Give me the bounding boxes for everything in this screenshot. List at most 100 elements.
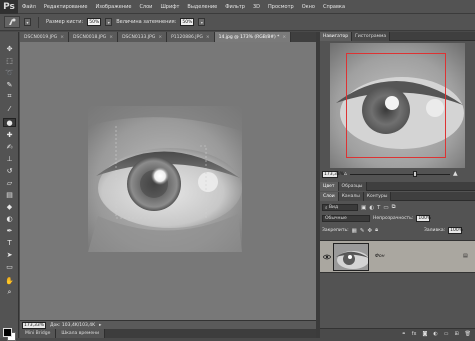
crop-tool-icon[interactable]: ⌗ [3,92,16,101]
shape-filter-icon[interactable]: ▭ [383,205,388,211]
exposure-input[interactable]: 50% [180,18,195,26]
kind-label: Вид [328,205,339,210]
hand-tool-icon[interactable]: ✋ [3,276,16,285]
foreground-color-swatch[interactable] [3,328,12,337]
layers-panel-tabs: Слои Каналы Контуры [320,192,475,201]
menu-image[interactable]: Изображение [91,4,135,10]
menu-help[interactable]: Справка [319,4,349,10]
tab-color[interactable]: Цвет [320,182,339,191]
navigator-zoom-slider[interactable] [350,174,450,175]
zoom-tool-icon[interactable]: ⌕ [3,288,16,297]
blend-mode-select[interactable]: Обычные [322,215,370,222]
pen-tool-icon[interactable]: ✒ [3,226,16,235]
navigator-preview[interactable] [330,43,465,168]
navigator-zoom-field[interactable]: 173,33% [322,171,344,178]
menu-layers[interactable]: Слои [135,4,156,10]
adjustment-layer-icon[interactable]: ◐ [433,331,437,337]
layer-style-icon[interactable]: fx [412,331,417,337]
document-image[interactable] [88,106,242,252]
new-layer-icon[interactable]: ⊞ [454,331,458,337]
close-icon[interactable]: × [109,35,113,40]
navigator-view-box[interactable] [346,53,446,158]
fill-input[interactable]: 100% [448,227,463,234]
tab-dscn0019[interactable]: DSCN0019.JPG × [20,32,70,42]
menu-3d[interactable]: 3D [249,4,264,10]
zoom-in-icon[interactable]: ▲ [453,170,458,177]
close-icon[interactable]: × [60,35,64,40]
healing-brush-tool-icon[interactable]: ✚ [3,130,16,139]
adjustment-filter-icon[interactable]: ◐ [369,205,374,211]
options-bar: ▾ Размер кисти: 50% ▾ Величина затемнени… [0,14,475,31]
visibility-eye-icon[interactable] [323,253,331,261]
brush-size-dropdown[interactable]: ▾ [105,18,113,26]
chevron-down-icon[interactable]: ▾ [24,18,31,26]
tab-timeline[interactable]: Шкала времени [56,329,106,338]
tab-paths[interactable]: Контуры [363,192,392,201]
shape-tool-icon[interactable]: ▭ [3,262,16,271]
move-tool-icon[interactable]: ✥ [3,44,16,53]
layer-mask-icon[interactable]: ◙ [422,331,427,337]
tab-navigator[interactable]: Навигатор [320,32,353,41]
gradient-tool-icon[interactable]: ▤ [3,190,16,199]
layer-name[interactable]: Фон [375,254,385,259]
dodge-burn-tool-icon[interactable]: ● [3,118,16,127]
navigator-zoom-slider-handle[interactable] [413,171,417,177]
tab-dscn0133[interactable]: DSCN0133.JPG × [118,32,168,42]
tab-histogram[interactable]: Гистограмма [352,32,391,41]
smart-object-filter-icon[interactable]: ⧉ [392,204,396,211]
tab-dscn0018[interactable]: DSCN0018.JPG × [69,32,119,42]
tab-channels[interactable]: Каналы [338,192,364,201]
menu-bar: Ps Файл Редактирование Изображение Слои … [0,0,475,14]
path-select-tool-icon[interactable]: ➤ [3,250,16,259]
marquee-tool-icon[interactable]: ⬚ [3,56,16,65]
chevron-right-icon[interactable]: ▸ [99,323,101,328]
link-layers-icon[interactable]: ⚭ [402,331,406,337]
lasso-tool-icon[interactable]: ➰ [3,68,16,77]
tab-label: P1120886.JPG [171,34,203,40]
eraser-tool-icon[interactable]: ▱ [3,178,16,187]
menu-edit[interactable]: Редактирование [40,4,92,10]
type-tool-icon[interactable]: T [3,238,16,247]
pixel-filter-icon[interactable]: ▣ [361,205,366,211]
new-group-icon[interactable]: ▭ [444,331,449,337]
dodge-tool-icon[interactable]: ◐ [3,214,16,223]
opacity-input[interactable]: 100% [416,215,431,222]
type-filter-icon[interactable]: T [377,205,380,211]
lock-all-icon[interactable]: 🔒︎ [375,227,378,234]
bottom-panel-tabs: Mini Bridge Шкала времени [20,329,316,338]
clone-stamp-tool-icon[interactable]: ⊥ [3,154,16,163]
menu-type[interactable]: Шрифт [156,4,183,10]
trash-icon[interactable]: 🗑︎ [465,331,471,337]
layer-row-background[interactable]: Фон ▤ [320,240,475,273]
history-brush-tool-icon[interactable]: ↺ [3,166,16,175]
menu-file[interactable]: Файл [18,4,40,10]
close-icon[interactable]: × [282,35,286,40]
menu-view[interactable]: Просмотр [264,4,298,10]
tab-mini-bridge[interactable]: Mini Bridge [20,329,57,338]
blur-tool-icon[interactable]: ◆ [3,202,16,211]
tab-14-jpg[interactable]: 14.jpg @ 173% (RGB/8#) * × [214,32,292,42]
menu-filter[interactable]: Фильтр [221,4,249,10]
tab-layers[interactable]: Слои [320,192,339,201]
lock-transparent-icon[interactable]: ▦ [352,228,357,234]
zoom-out-icon[interactable]: ▵ [344,170,347,177]
divider [38,16,39,28]
menu-select[interactable]: Выделение [183,4,221,10]
eyedropper-tool-icon[interactable]: ⁄ [3,104,16,113]
menu-window[interactable]: Окно [298,4,319,10]
zoom-level-field[interactable]: 173,33% [22,321,46,329]
quick-select-tool-icon[interactable]: ✎ [3,80,16,89]
close-icon[interactable]: × [158,35,162,40]
tab-swatches[interactable]: Образцы [338,182,367,191]
brush-size-input[interactable]: 50% [87,18,102,26]
tool-preset-picker[interactable] [4,16,20,28]
layer-kind-filter[interactable]: ⌕ Вид [322,204,358,211]
lock-position-icon[interactable]: ✥ [367,228,372,234]
right-panels: Навигатор Гистограмма 173,33% ▵ ▲ Цвет О… [320,32,475,338]
brush-tool-icon[interactable]: ✍ [3,142,16,151]
close-icon[interactable]: × [206,35,210,40]
tab-p1120886[interactable]: P1120886.JPG × [167,32,215,42]
canvas-area[interactable] [20,42,316,320]
lock-image-icon[interactable]: ✎ [360,228,365,234]
exposure-dropdown[interactable]: ▾ [198,18,206,26]
